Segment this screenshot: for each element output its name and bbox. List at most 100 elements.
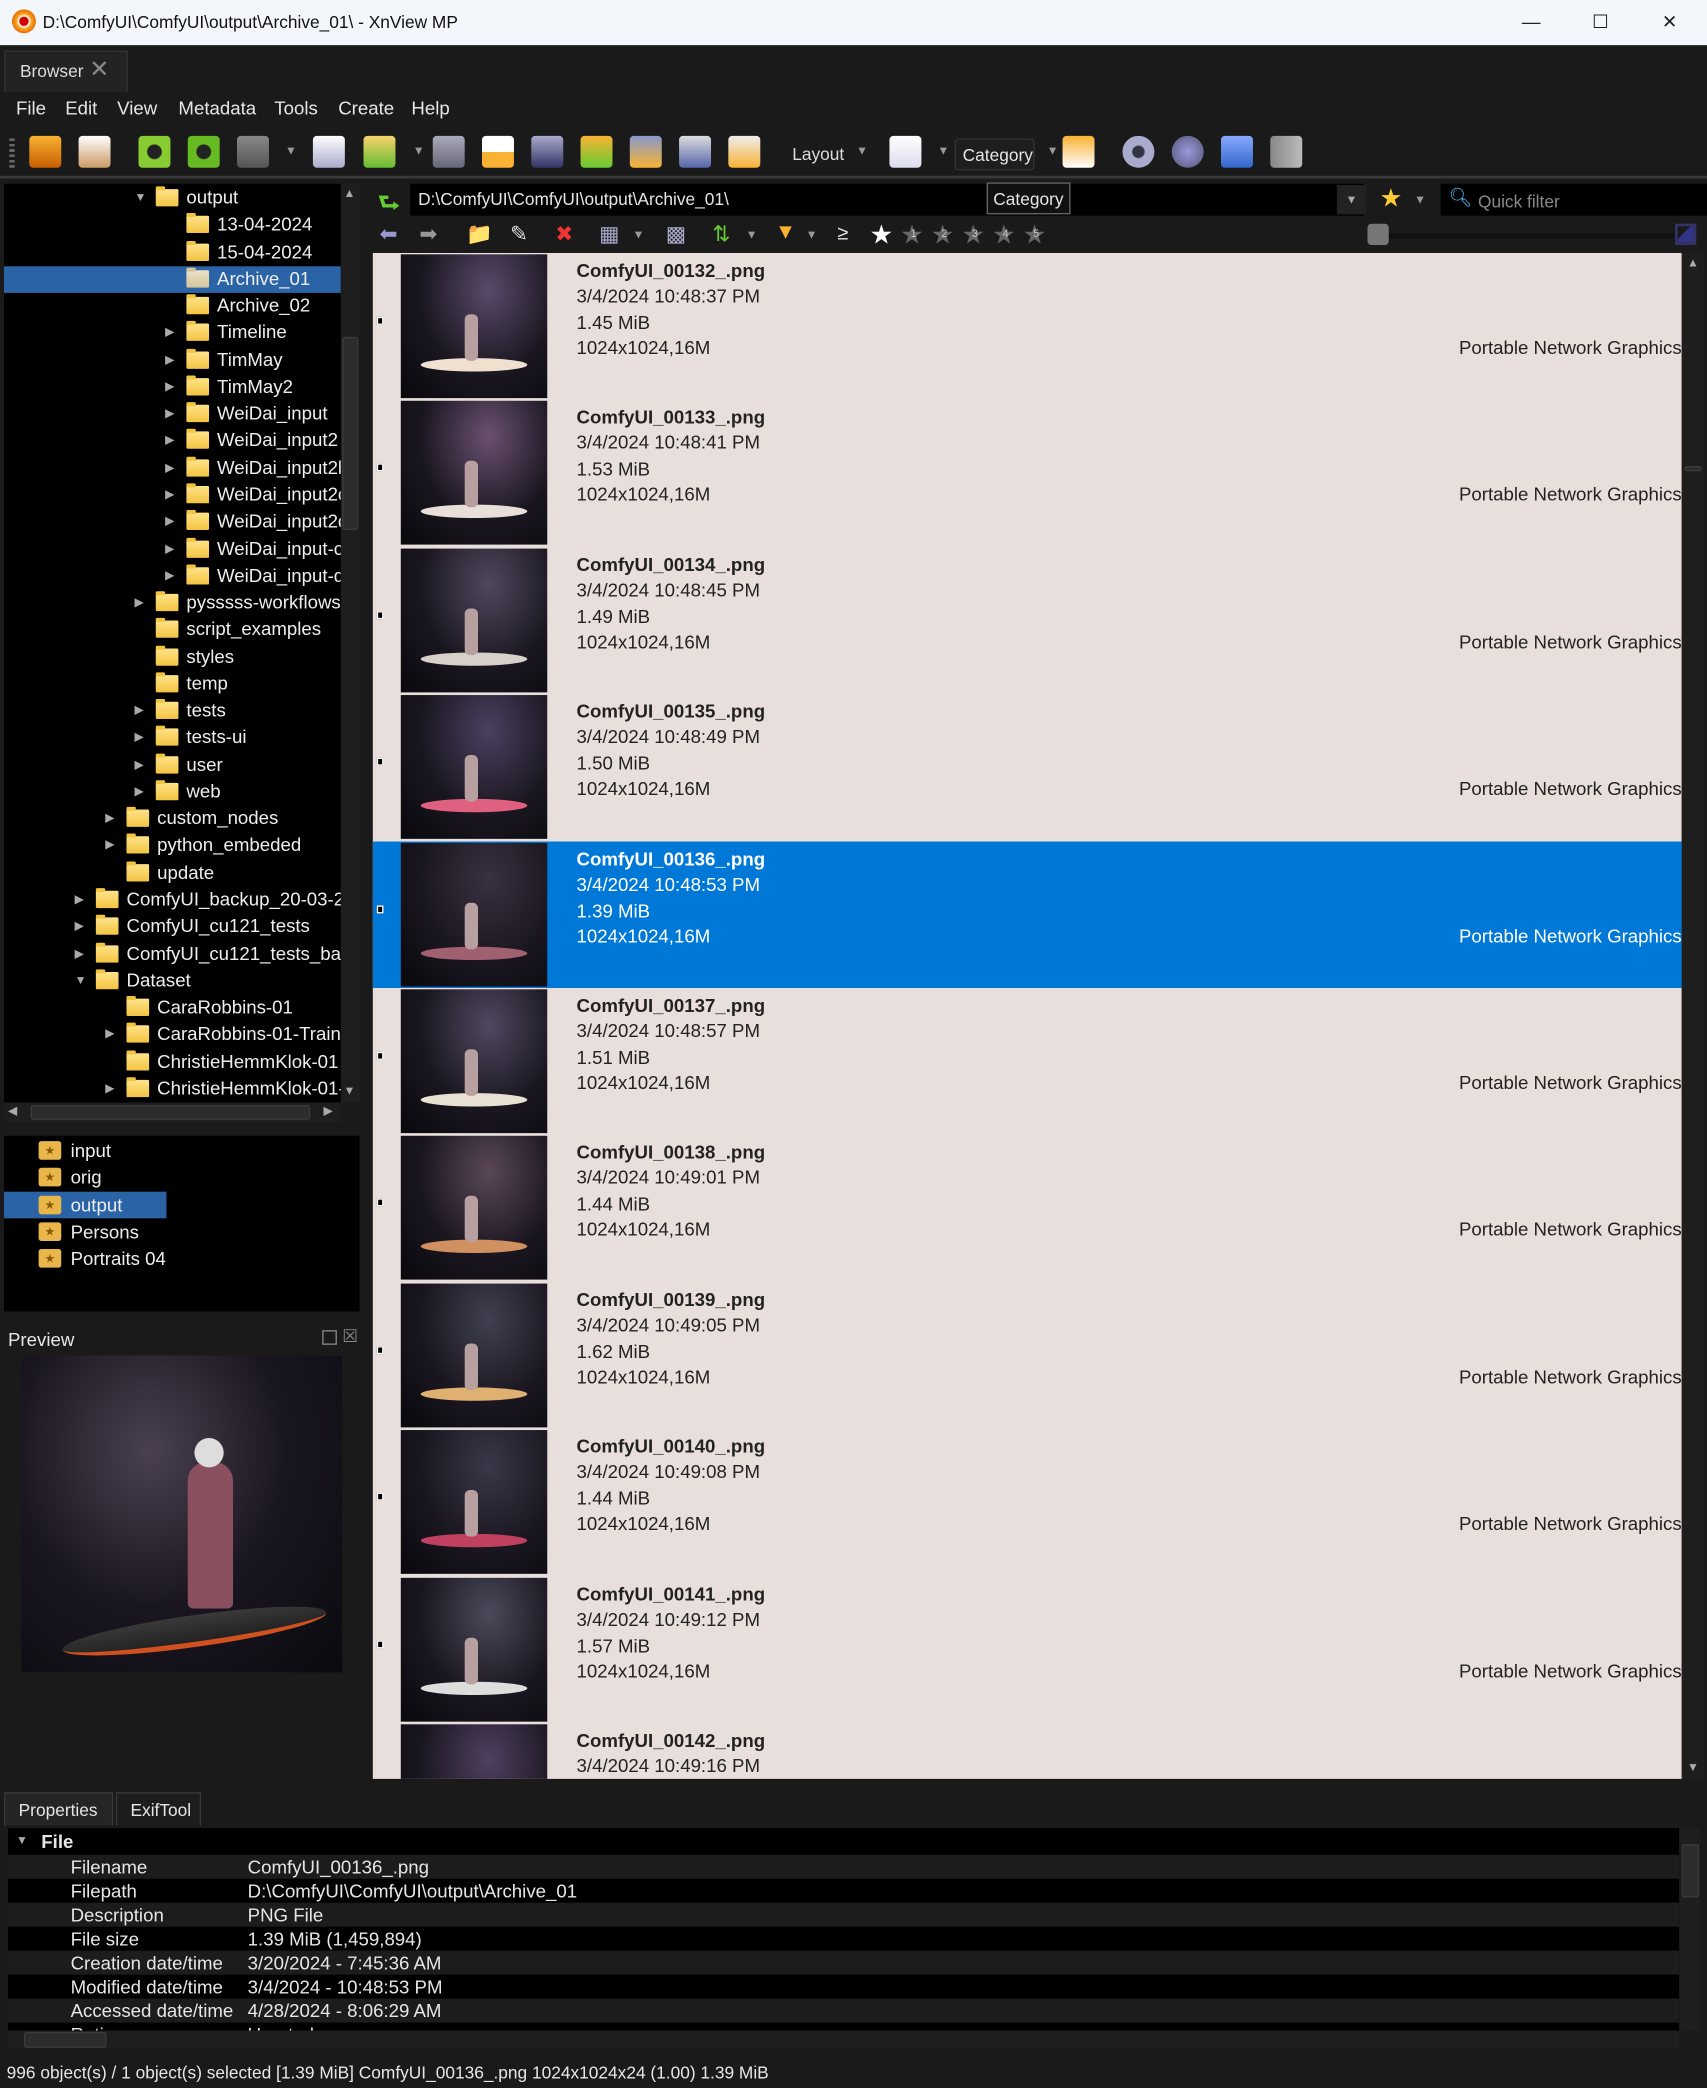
tree-item[interactable]: ▼ Dataset [4, 968, 341, 995]
tree-item[interactable]: ▶ ComfyUI_cu121_tests_backup [4, 941, 341, 968]
tree-item[interactable]: update [4, 860, 341, 887]
file-item[interactable]: ComfyUI_00134_.png 3/4/2024 10:48:45 PM 1.… [373, 547, 1682, 693]
help-icon[interactable] [1171, 135, 1204, 168]
category-dropdown[interactable]: Category [954, 138, 1035, 171]
menu-create[interactable]: Create [338, 97, 394, 118]
collapsed-arrow-icon[interactable]: ▶ [165, 406, 174, 421]
menu-metadata[interactable]: Metadata [178, 97, 256, 118]
favorite-item[interactable]: ★ orig [4, 1164, 350, 1191]
settings-icon[interactable] [1122, 135, 1155, 168]
tree-item[interactable]: ▶ python_embeded [4, 833, 341, 860]
file-item[interactable]: ComfyUI_00138_.png 3/4/2024 10:49:01 PM 1.… [373, 1135, 1682, 1281]
scan-icon[interactable] [531, 135, 564, 168]
file-item[interactable]: ComfyUI_00136_.png 3/4/2024 10:48:53 PM 1.… [372, 840, 1682, 988]
collapse-icon[interactable]: ▼ [16, 1833, 28, 1846]
collapsed-arrow-icon[interactable]: ▶ [105, 838, 114, 853]
property-row[interactable]: Description PNG File [7, 1902, 1680, 1927]
tree-item[interactable]: ▶ WeiDai_input-d [4, 563, 341, 590]
tree-item[interactable]: ▶ WeiDai_input2c [4, 482, 341, 509]
info-icon[interactable] [312, 135, 345, 168]
collapsed-arrow-icon[interactable]: ▶ [165, 325, 174, 340]
slideshow-icon[interactable] [728, 135, 761, 168]
property-row[interactable]: Filename ComfyUI_00136_.png [7, 1854, 1680, 1879]
tree-vertical-scrollbar[interactable]: ▲ ▼ [340, 183, 360, 1103]
file-item[interactable]: ComfyUI_00132_.png 3/4/2024 10:48:37 PM 1.… [373, 253, 1682, 399]
menu-view[interactable]: View [117, 97, 157, 118]
scroll-right-icon[interactable]: ▶ [324, 1104, 333, 1119]
file-item[interactable]: ComfyUI_00141_.png 3/4/2024 10:49:12 PM 1.… [373, 1576, 1682, 1722]
batch-icon[interactable] [629, 135, 662, 168]
details-view-icon[interactable]: ▩ [666, 221, 686, 248]
rating-star-1[interactable]: ★ 1 [900, 218, 929, 250]
delete-icon[interactable]: ✖ [555, 221, 573, 248]
collapsed-arrow-icon[interactable]: ▶ [165, 568, 174, 583]
file-item[interactable]: ComfyUI_00142_.png 3/4/2024 10:49:16 PM [373, 1723, 1682, 1779]
collapsed-arrow-icon[interactable]: ▶ [165, 487, 174, 502]
properties-hscrollbar[interactable] [7, 2030, 1680, 2050]
tab-exiftool[interactable]: ExifTool [115, 1792, 202, 1826]
favorite-item[interactable]: ★ Portraits 04 [4, 1245, 350, 1272]
expanded-arrow-icon[interactable]: ▼ [134, 190, 146, 203]
back-icon[interactable]: ⬅ [379, 221, 397, 248]
tree-item[interactable]: ▶ custom_nodes [4, 806, 341, 833]
chevron-down-icon[interactable]: ▼ [937, 144, 949, 157]
tree-item[interactable]: ▶ Timeline [4, 320, 341, 347]
rotate-left-icon[interactable] [138, 135, 171, 168]
tree-item[interactable]: ▶ ChristieHemmKlok-01- [4, 1076, 341, 1103]
collapsed-arrow-icon[interactable]: ▶ [75, 892, 84, 907]
close-tab-icon[interactable]: ✕ [89, 56, 109, 84]
tree-item[interactable]: ▶ tests-ui [4, 725, 341, 752]
collapsed-arrow-icon[interactable]: ▶ [105, 1081, 114, 1096]
rating-star-4[interactable]: ★ 4 [992, 218, 1021, 250]
expanded-arrow-icon[interactable]: ▼ [75, 973, 87, 986]
tree-item[interactable]: 13-04-2024 [4, 212, 341, 239]
chevron-down-icon[interactable]: ▼ [1047, 144, 1059, 157]
chevron-down-icon[interactable]: ▼ [746, 228, 758, 241]
chevron-down-icon[interactable]: ▼ [1414, 193, 1426, 206]
tree-item[interactable]: Archive_01 [3, 266, 341, 293]
maximize-button[interactable]: ☐ [1587, 11, 1614, 35]
collapsed-arrow-icon[interactable]: ▶ [165, 460, 174, 475]
print-icon[interactable] [482, 135, 514, 168]
minimize-button[interactable]: — [1518, 11, 1545, 35]
compare-icon[interactable] [1062, 135, 1095, 168]
view-icon[interactable] [29, 135, 62, 168]
collapsed-arrow-icon[interactable]: ▶ [134, 703, 143, 718]
tree-item[interactable]: styles [4, 644, 341, 671]
slider-handle[interactable] [1367, 223, 1389, 245]
tree-item[interactable]: ▶ TimMay2 [4, 374, 341, 401]
chevron-down-icon[interactable]: ▼ [632, 228, 644, 241]
thumbnail-view-icon[interactable]: ▦ [599, 221, 619, 248]
favorite-item[interactable]: ★ Persons [4, 1218, 350, 1245]
collapsed-arrow-icon[interactable]: ▶ [165, 433, 174, 448]
refresh-icon[interactable] [1220, 135, 1253, 168]
scroll-up-icon[interactable]: ▲ [344, 186, 356, 199]
rating-ge-button[interactable]: ≥ [838, 222, 849, 245]
path-history-dropdown[interactable]: ▼ [1336, 185, 1367, 215]
rating-filter-icon[interactable] [889, 135, 922, 168]
quick-filter-input[interactable]: 🔍︎ Quick filter [1440, 183, 1707, 216]
collapsed-arrow-icon[interactable]: ▶ [165, 541, 174, 556]
tree-item[interactable]: ▶ ComfyUI_cu121_tests [4, 914, 341, 941]
tree-item[interactable]: ▶ TimMay [4, 347, 341, 374]
chevron-down-icon[interactable]: ▼ [285, 144, 297, 157]
tree-horizontal-scrollbar[interactable]: ◀ ▶ [3, 1102, 341, 1123]
rename-icon[interactable]: ✎ [510, 221, 528, 248]
tree-item[interactable]: ▶ user [4, 752, 341, 779]
forward-icon[interactable]: ➡ [419, 221, 437, 248]
capture-icon[interactable] [679, 135, 712, 168]
tree-item[interactable]: ▶ CaraRobbins-01-Train1 [4, 1022, 341, 1049]
property-row[interactable]: File size 1.39 MiB (1,459,894) [8, 1927, 1679, 1951]
favorite-item[interactable]: ★ output [3, 1191, 167, 1218]
tree-item[interactable]: ▼ output [4, 185, 341, 212]
scroll-down-icon[interactable]: ▼ [1687, 1760, 1699, 1773]
collapsed-arrow-icon[interactable]: ▶ [75, 919, 84, 934]
properties-scrollbar[interactable] [1680, 1828, 1701, 2031]
filter-icon[interactable]: ▼ [775, 221, 796, 245]
collapsed-arrow-icon[interactable]: ▶ [134, 784, 143, 799]
close-panel-icon[interactable]: ☒ [342, 1326, 358, 1347]
menu-tools[interactable]: Tools [274, 97, 318, 118]
tree-item[interactable]: Archive_02 [4, 293, 341, 320]
scrollbar-thumb[interactable] [30, 1105, 311, 1120]
tree-item[interactable]: ▶ WeiDai_input2d [4, 509, 341, 536]
